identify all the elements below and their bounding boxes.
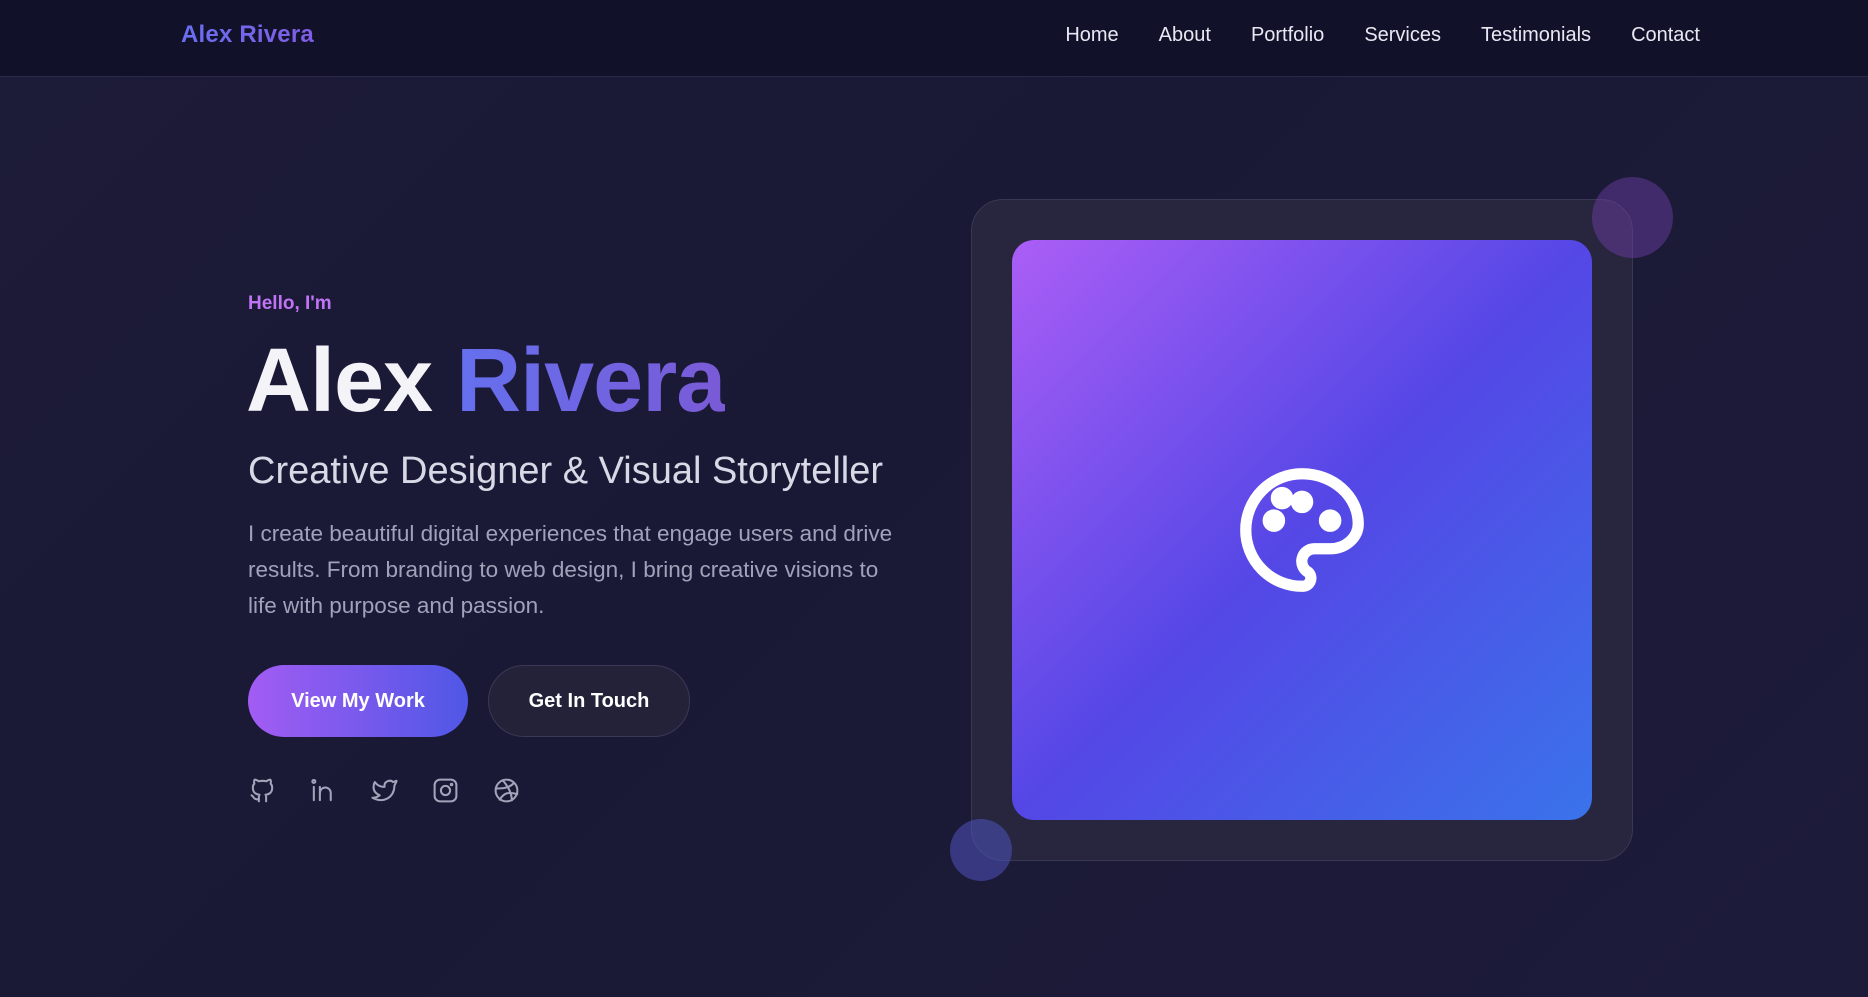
nav-link-about[interactable]: About [1159, 24, 1211, 47]
hero-first-name: Alex [246, 331, 433, 431]
brand-logo[interactable]: Alex Rivera [181, 21, 314, 49]
hero-name: Alex Rivera [246, 336, 726, 426]
navbar: Alex Rivera Home About Portfolio Service… [0, 0, 1868, 77]
nav-link-home[interactable]: Home [1065, 24, 1118, 47]
hero-tagline: Creative Designer & Visual Storyteller [248, 450, 884, 492]
instagram-icon[interactable] [431, 776, 460, 805]
github-icon[interactable] [248, 776, 277, 805]
nav-link-portfolio[interactable]: Portfolio [1251, 24, 1324, 47]
decorative-blob-bottom [950, 819, 1012, 881]
twitter-icon[interactable] [370, 776, 399, 805]
social-links [248, 776, 521, 805]
hero-image-card [1012, 240, 1592, 820]
view-my-work-button[interactable]: View My Work [248, 665, 468, 737]
palette-icon [1240, 468, 1364, 592]
hero-description: I create beautiful digital experiences t… [248, 521, 893, 618]
nav-link-services[interactable]: Services [1364, 24, 1441, 47]
get-in-touch-button[interactable]: Get In Touch [488, 665, 690, 737]
linkedin-icon[interactable] [309, 776, 338, 805]
hero-last-name: Rivera [456, 331, 726, 431]
dribbble-icon[interactable] [492, 776, 521, 805]
nav-links: Home About Portfolio Services Testimonia… [1065, 24, 1700, 47]
nav-link-testimonials[interactable]: Testimonials [1481, 24, 1591, 47]
decorative-blob-top [1592, 177, 1673, 258]
nav-link-contact[interactable]: Contact [1631, 24, 1700, 47]
hero-greeting: Hello, I'm [248, 293, 332, 314]
